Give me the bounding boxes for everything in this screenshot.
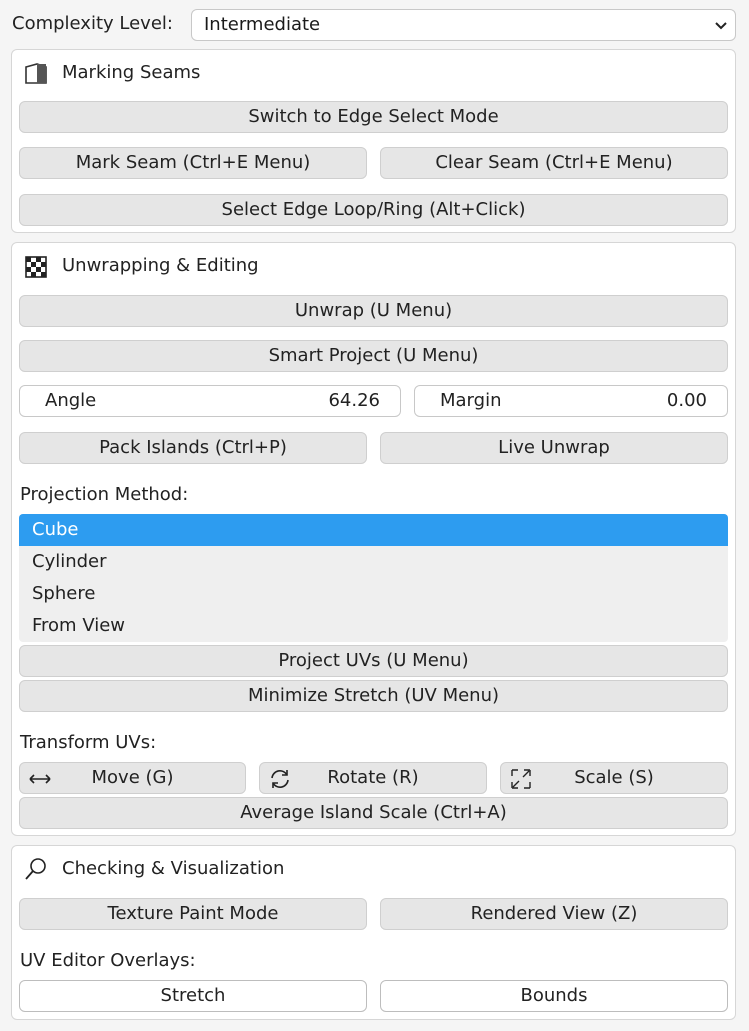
bounds-toggle[interactable]: Bounds [380, 980, 728, 1012]
rotate-label: Rotate (R) [327, 767, 419, 788]
projection-option-from-view[interactable]: From View [19, 610, 728, 642]
projection-option-sphere[interactable]: Sphere [19, 578, 728, 610]
scale-icon [511, 769, 531, 789]
chevron-down-icon [715, 22, 727, 30]
marking-seams-title: Marking Seams [62, 62, 201, 83]
unwrap-button[interactable]: Unwrap (U Menu) [19, 295, 728, 327]
pack-islands-button[interactable]: Pack Islands (Ctrl+P) [19, 432, 367, 464]
edge-select-button[interactable]: Switch to Edge Select Mode [19, 101, 728, 133]
projection-option-cube[interactable]: Cube [19, 514, 728, 546]
project-uvs-button[interactable]: Project UVs (U Menu) [19, 645, 728, 677]
angle-label: Angle [45, 390, 97, 411]
texture-paint-button[interactable]: Texture Paint Mode [19, 898, 367, 930]
mark-seam-button[interactable]: Mark Seam (Ctrl+E Menu) [19, 147, 367, 179]
checking-title: Checking & Visualization [62, 858, 285, 879]
complexity-value: Intermediate [204, 14, 321, 35]
angle-field[interactable]: Angle 64.26 [19, 385, 401, 417]
move-button[interactable]: Move (G) [19, 762, 246, 794]
select-edge-loop-button[interactable]: Select Edge Loop/Ring (Alt+Click) [19, 194, 728, 226]
rendered-view-button[interactable]: Rendered View (Z) [380, 898, 728, 930]
rotate-icon [271, 770, 289, 788]
rotate-button[interactable]: Rotate (R) [259, 762, 487, 794]
angle-value: 64.26 [328, 390, 380, 411]
live-unwrap-button[interactable]: Live Unwrap [380, 432, 728, 464]
projection-method-label: Projection Method: [20, 484, 189, 505]
projection-method-list: Cube Cylinder Sphere From View [19, 514, 728, 642]
smart-project-button[interactable]: Smart Project (U Menu) [19, 340, 728, 372]
unwrapping-title: Unwrapping & Editing [62, 255, 259, 276]
move-arrows-icon [29, 774, 51, 784]
scale-label: Scale (S) [574, 767, 654, 788]
scale-button[interactable]: Scale (S) [500, 762, 728, 794]
magnifier-icon [25, 858, 46, 880]
minimize-stretch-button[interactable]: Minimize Stretch (UV Menu) [19, 680, 728, 712]
stretch-toggle[interactable]: Stretch [19, 980, 367, 1012]
checker-texture-icon [25, 256, 47, 278]
average-island-scale-button[interactable]: Average Island Scale (Ctrl+A) [19, 797, 728, 829]
margin-label: Margin [440, 390, 502, 411]
transform-uvs-label: Transform UVs: [20, 732, 157, 753]
margin-value: 0.00 [666, 390, 707, 411]
projection-option-cylinder[interactable]: Cylinder [19, 546, 728, 578]
complexity-label: Complexity Level: [12, 13, 173, 34]
move-label: Move (G) [91, 767, 174, 788]
margin-field[interactable]: Margin 0.00 [414, 385, 728, 417]
uv-overlays-label: UV Editor Overlays: [20, 950, 196, 971]
seam-icon [25, 63, 47, 84]
complexity-select[interactable]: Intermediate [191, 9, 736, 41]
clear-seam-button[interactable]: Clear Seam (Ctrl+E Menu) [380, 147, 728, 179]
